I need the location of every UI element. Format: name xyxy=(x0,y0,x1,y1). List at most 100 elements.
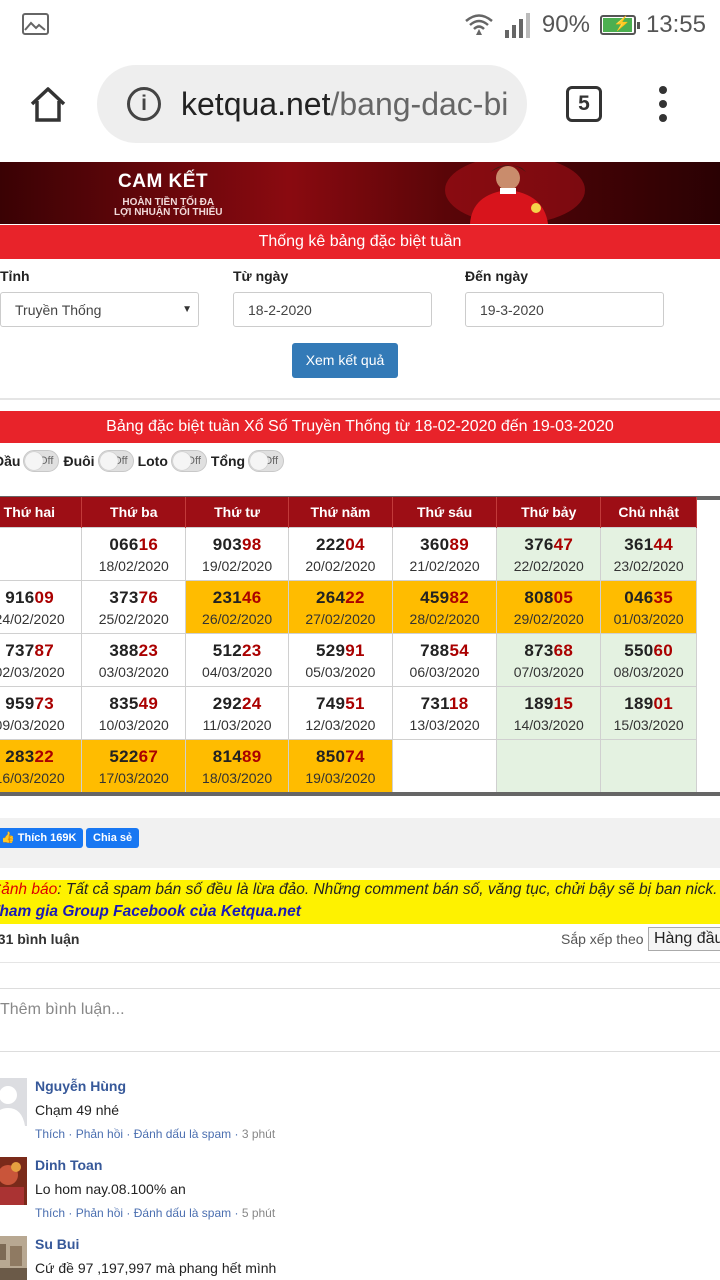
draw-date: 23/02/2020 xyxy=(613,557,684,574)
from-date-input[interactable]: 18-2-2020 xyxy=(233,292,432,327)
avatar[interactable] xyxy=(0,1236,27,1280)
facebook-group-link[interactable]: Tham gia Group Facebook của Ketqua.net xyxy=(0,903,301,921)
address-bar[interactable]: i ketqua.net/bang-dac-bi xyxy=(97,65,527,143)
comment-author[interactable]: Dinh Toan xyxy=(35,1157,102,1173)
special-prize-number: 87368 xyxy=(524,640,574,660)
table-cell: 55060 08/03/2020 xyxy=(600,632,697,687)
draw-date: 29/02/2020 xyxy=(513,610,584,627)
banner-player-image xyxy=(445,162,585,224)
table-header-row: Thứ hai Thứ ba Thứ tư Thứ năm Thứ sáu Thứ bảy… xyxy=(0,497,697,527)
social-bar: 👍 Thích 169K Chia sẻ xyxy=(0,818,720,868)
tab-switcher-button[interactable]: 5 xyxy=(566,86,602,122)
comment-input[interactable]: Thêm bình luận... xyxy=(0,988,720,1052)
table-cell: 37647 22/02/2020 xyxy=(496,526,602,581)
to-date-input[interactable]: 19-3-2020 xyxy=(465,292,664,327)
draw-date: 22/02/2020 xyxy=(513,557,584,574)
special-prize-number: 37647 xyxy=(524,534,574,554)
comment-time: 3 phút xyxy=(241,1127,276,1141)
column-header: Thứ sáu xyxy=(392,497,498,527)
battery-icon: ⚡ xyxy=(599,15,640,35)
toggle-duoi[interactable]: Đuôi Off xyxy=(63,450,134,472)
reply-link[interactable]: Phản hồi xyxy=(76,1127,123,1141)
special-prize-number: 91609 xyxy=(5,587,54,607)
facebook-like-button[interactable]: 👍 Thích 169K xyxy=(0,828,84,848)
draw-date: 24/02/2020 xyxy=(0,610,65,627)
like-link[interactable]: Thích xyxy=(35,1206,65,1220)
facebook-share-button[interactable]: Chia sẻ xyxy=(86,828,140,848)
table-cell: 28322 16/03/2020 xyxy=(0,738,83,793)
screen: 90% ⚡ 13:55 i ketqua.net/bang-dac-bi 5 C… xyxy=(0,0,720,1280)
number-tail: 24 xyxy=(241,693,262,713)
toggle-loto[interactable]: Loto Off xyxy=(138,450,207,472)
special-prize-number: 55060 xyxy=(624,640,674,660)
mark-spam-link[interactable]: Đánh dấu là spam xyxy=(134,1206,231,1220)
special-prize-number: 36089 xyxy=(420,534,469,554)
number-tail: 91 xyxy=(345,640,365,660)
comment-author[interactable]: Su Bui xyxy=(35,1236,79,1252)
column-header: Thứ tư xyxy=(185,497,289,527)
draw-date: 16/03/2020 xyxy=(0,769,65,786)
table-cell: 18901 15/03/2020 xyxy=(600,685,697,740)
view-results-button[interactable]: Xem kết quả xyxy=(292,343,398,378)
special-prize-number: 28322 xyxy=(5,746,54,766)
thumbs-up-icon: 👍 xyxy=(1,832,18,844)
draw-date: 19/03/2020 xyxy=(305,769,376,786)
toggle-tong[interactable]: Tổng Off xyxy=(211,450,285,472)
url-text[interactable]: ketqua.net/bang-dac-bi xyxy=(181,86,508,123)
table-cell: 73787 02/03/2020 xyxy=(0,632,83,687)
banner-subtitle: HOÀN TIỀN TỐI ĐA LỢI NHUẬN TỐI THIỂU xyxy=(114,197,223,218)
draw-date: 20/02/2020 xyxy=(305,557,376,574)
avatar[interactable] xyxy=(0,1157,27,1205)
number-tail: 18 xyxy=(448,693,469,713)
draw-date: 26/02/2020 xyxy=(202,610,273,627)
table-cell: 73118 13/03/2020 xyxy=(391,685,498,740)
home-icon[interactable] xyxy=(28,84,68,124)
draw-date: 10/03/2020 xyxy=(98,716,169,733)
banner-title: CAM KẾT xyxy=(118,171,209,192)
comment-count: 531 bình luận xyxy=(0,931,80,947)
table-cell: 95973 09/03/2020 xyxy=(0,685,83,740)
site-info-icon[interactable]: i xyxy=(127,87,161,121)
draw-date: 04/03/2020 xyxy=(202,663,273,680)
reply-link[interactable]: Phản hồi xyxy=(76,1206,123,1220)
draw-date: 28/02/2020 xyxy=(409,610,480,627)
table-bottom-border xyxy=(0,792,720,796)
clock: 13:55 xyxy=(645,11,706,38)
draw-date: 07/03/2020 xyxy=(513,663,584,680)
toggle-dau[interactable]: ĐầuOff xyxy=(0,450,60,472)
table-cell: 04635 01/03/2020 xyxy=(600,579,697,634)
number-tail: 54 xyxy=(449,640,469,660)
table-cell xyxy=(391,738,498,793)
to-date-label: Đến ngày xyxy=(465,268,529,284)
draw-date: 06/03/2020 xyxy=(409,663,480,680)
table-row: 95973 09/03/2020 83549 10/03/2020 29224 11/03… xyxy=(0,685,697,740)
province-select[interactable]: Truyền Thống ▼ xyxy=(0,292,199,327)
table-row: 73787 02/03/2020 38823 03/03/2020 51223 04/03… xyxy=(0,632,697,687)
comment-actions: Thích · Phản hồi · Đánh dấu là spam · 3 … xyxy=(35,1127,276,1141)
comment-author[interactable]: Nguyễn Hùng xyxy=(35,1078,126,1094)
draw-date: 09/03/2020 xyxy=(0,716,65,733)
draw-date: 14/03/2020 xyxy=(513,716,584,733)
number-tail: 35 xyxy=(653,587,674,607)
overflow-menu-icon[interactable] xyxy=(656,86,670,124)
draw-date: 25/02/2020 xyxy=(98,610,169,627)
table-cell xyxy=(0,526,83,581)
warning-text: Cảnh báo: Tất cả spam bán số đều là lừa … xyxy=(0,881,718,898)
draw-date: 11/03/2020 xyxy=(202,716,272,733)
special-prize-number: 26422 xyxy=(316,587,365,607)
ad-banner[interactable]: CAM KẾT HOÀN TIỀN TỐI ĐA LỢI NHUẬN TỐI TH… xyxy=(0,162,720,224)
avatar[interactable] xyxy=(0,1078,27,1126)
mark-spam-link[interactable]: Đánh dấu là spam xyxy=(134,1127,231,1141)
special-prize-number: 04635 xyxy=(624,587,674,607)
sort-select[interactable]: Hàng đầu xyxy=(648,927,720,951)
number-tail: 98 xyxy=(241,534,262,554)
results-table: Thứ hai Thứ ba Thứ tư Thứ năm Thứ sáu Thứ bảy… xyxy=(0,497,697,793)
table-cell: 18915 14/03/2020 xyxy=(496,685,602,740)
table-cell: 83549 10/03/2020 xyxy=(81,685,187,740)
special-prize-number: 18901 xyxy=(624,693,674,713)
draw-date: 05/03/2020 xyxy=(305,663,376,680)
table-cell: 45982 28/02/2020 xyxy=(391,579,498,634)
province-label: Tỉnh xyxy=(0,268,30,284)
like-link[interactable]: Thích xyxy=(35,1127,65,1141)
column-header: Thứ hai xyxy=(0,497,83,527)
